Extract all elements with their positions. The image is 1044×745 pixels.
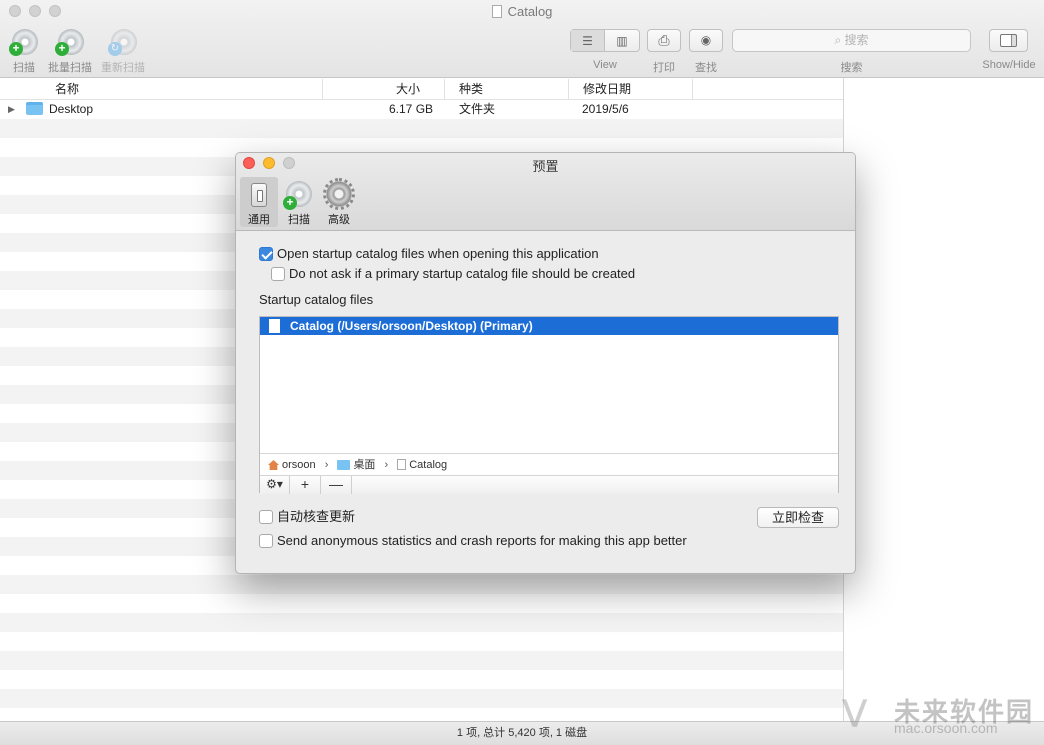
disclosure-triangle-icon[interactable]: ▶	[8, 100, 15, 119]
preferences-dialog: 预置 通用 + 扫描 高级 Open startup catalog files…	[235, 152, 856, 574]
path-item-catalog[interactable]: Catalog	[409, 459, 447, 471]
column-header-modified[interactable]: 修改日期	[569, 79, 693, 100]
batch-scan-icon: +	[55, 28, 85, 56]
tab-scan[interactable]: + 扫描	[280, 177, 318, 227]
startup-files-list[interactable]: Catalog (/Users/orsoon/Desktop) (Primary…	[259, 316, 839, 494]
batch-scan-button[interactable]: + 批量扫描	[46, 28, 94, 75]
chevron-right-icon: ›	[324, 459, 329, 471]
watermark-logo-icon: ⋁	[842, 695, 868, 728]
print-label: 打印	[653, 62, 675, 74]
chevron-right-icon: ›	[384, 459, 389, 471]
document-icon	[491, 5, 502, 18]
scan-button[interactable]: + 扫描	[6, 28, 42, 75]
path-bar: orsoon › 桌面 › Catalog	[260, 453, 838, 475]
watermark: ⋁ 未来软件园 mac.orsoon.com	[842, 690, 1042, 740]
path-item-desktop[interactable]: 桌面	[353, 459, 375, 471]
rescan-button[interactable]: ↻ 重新扫描	[99, 28, 147, 75]
tab-advanced-label: 高级	[328, 214, 350, 226]
rescan-icon: ↻	[108, 28, 138, 56]
column-header-size[interactable]: 大小	[323, 79, 445, 100]
search-icon: ⌕	[834, 33, 842, 47]
column-header-kind[interactable]: 种类	[445, 79, 569, 100]
printer-icon: ⎙	[658, 32, 670, 48]
main-toolbar: Catalog + 扫描 + 批量扫描 ↻ 重新扫描 ☰ ▥ View ⎙ 打印…	[0, 0, 1044, 78]
scan-label: 扫描	[13, 62, 35, 74]
scan-disc-icon: +	[283, 180, 315, 210]
find-icon: ◉	[700, 33, 712, 47]
checkbox-checked-icon[interactable]	[259, 247, 273, 261]
tab-general[interactable]: 通用	[240, 177, 278, 227]
showhide-button[interactable]	[989, 29, 1028, 52]
table-header: 名称 大小 种类 修改日期	[0, 79, 843, 100]
find-label: 查找	[695, 62, 717, 74]
column-header-name[interactable]: 名称	[0, 79, 323, 100]
list-view-icon[interactable]: ☰	[571, 30, 605, 51]
row-modified: 2019/5/6	[582, 102, 629, 116]
add-file-button[interactable]: +	[290, 476, 321, 494]
action-menu-button[interactable]: ⚙▾	[260, 476, 290, 494]
startup-files-heading: Startup catalog files	[259, 292, 374, 307]
auto-update-checkbox[interactable]: 自动核查更新	[259, 509, 355, 525]
checkbox-icon[interactable]	[259, 534, 273, 548]
check-now-button[interactable]: 立即检查	[757, 507, 839, 528]
row-kind: 文件夹	[459, 102, 496, 116]
column-view-icon[interactable]: ▥	[605, 30, 639, 51]
batch-scan-label: 批量扫描	[48, 62, 92, 74]
table-row[interactable]: ▶ Desktop 6.17 GB 文件夹 2019/5/6	[0, 100, 843, 119]
checkbox-icon[interactable]	[271, 267, 285, 281]
search-input[interactable]: ⌕ 搜索	[732, 29, 971, 52]
print-button[interactable]: ⎙	[647, 29, 681, 52]
row-size: 6.17 GB	[389, 102, 434, 116]
switch-icon	[243, 180, 275, 210]
view-label: View	[593, 59, 617, 71]
window-title: Catalog	[0, 4, 1044, 19]
dialog-title: 预置	[532, 159, 559, 174]
list-actions-bar: ⚙▾ + —	[260, 475, 838, 494]
row-name: Desktop	[49, 102, 94, 116]
gear-icon: ⚙▾	[266, 477, 283, 491]
showhide-label: Show/Hide	[982, 59, 1036, 71]
rescan-label: 重新扫描	[101, 62, 145, 74]
find-button[interactable]: ◉	[689, 29, 723, 52]
view-mode-control[interactable]: ☰ ▥	[570, 29, 640, 52]
file-icon	[269, 319, 280, 333]
tab-general-label: 通用	[248, 214, 270, 226]
watermark-url: mac.orsoon.com	[894, 720, 998, 736]
folder-icon	[337, 460, 351, 470]
checkbox-icon[interactable]	[259, 510, 273, 524]
sidebar-toggle-icon	[1000, 34, 1017, 47]
home-icon	[268, 460, 279, 470]
list-item[interactable]: Catalog (/Users/orsoon/Desktop) (Primary…	[260, 317, 838, 335]
remove-file-button[interactable]: —	[321, 476, 352, 494]
open-startup-checkbox[interactable]: Open startup catalog files when opening …	[259, 246, 599, 262]
preferences-toolbar: 预置 通用 + 扫描 高级	[236, 153, 855, 231]
file-icon	[397, 459, 407, 470]
search-placeholder: 搜索	[844, 33, 869, 47]
scan-disc-icon: +	[9, 28, 39, 56]
do-not-ask-checkbox[interactable]: Do not ask if a primary startup catalog …	[271, 266, 635, 282]
list-item-label: Catalog (/Users/orsoon/Desktop) (Primary…	[290, 319, 533, 333]
path-item-home[interactable]: orsoon	[282, 459, 316, 471]
inspector-pane	[843, 78, 1044, 721]
folder-icon	[26, 100, 43, 119]
anonymous-stats-checkbox[interactable]: Send anonymous statistics and crash repo…	[259, 533, 687, 549]
gear-icon	[323, 178, 355, 210]
tab-scan-label: 扫描	[288, 214, 310, 226]
search-label: 搜索	[840, 62, 863, 74]
tab-advanced[interactable]: 高级	[320, 177, 358, 227]
